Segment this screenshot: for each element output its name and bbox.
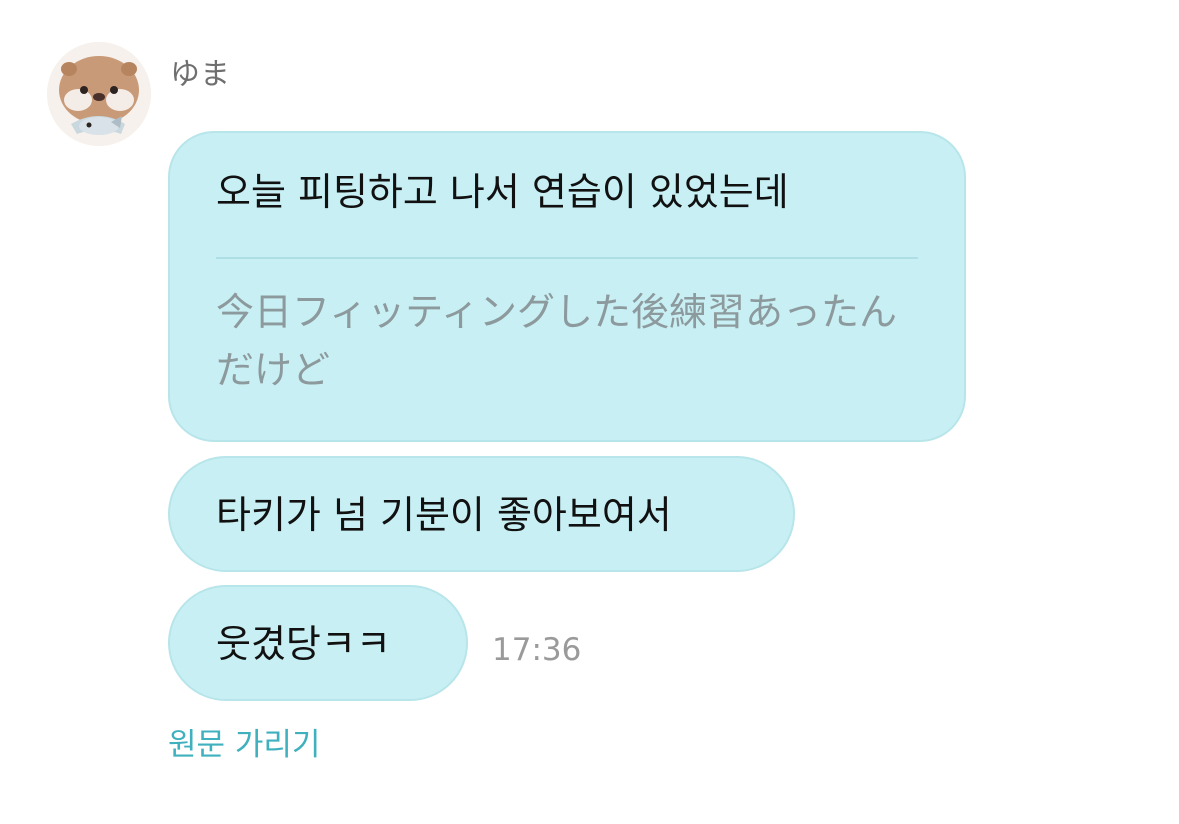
translated-text: 今日フィッティングした後練習あったんだけど: [216, 290, 897, 392]
message-timestamp: 17:36: [492, 632, 582, 668]
message-text: 타키가 넘 기분이 좋아보여서: [216, 493, 672, 537]
otter-avatar-icon[interactable]: [47, 42, 151, 146]
translation-divider: [216, 257, 918, 259]
hide-original-link[interactable]: 원문 가리기: [168, 730, 320, 761]
message-text: 웃겼당ㅋㅋ: [216, 622, 391, 666]
message-text: 오늘 피팅하고 나서 연습이 있었는데: [216, 170, 789, 214]
message-bubble[interactable]: 오늘 피팅하고 나서 연습이 있었는데 今日フィッティングした後練習あったんだけ…: [168, 131, 966, 442]
message-bubble[interactable]: 타키가 넘 기분이 좋아보여서: [168, 456, 795, 572]
message-bubble[interactable]: 웃겼당ㅋㅋ: [168, 585, 468, 701]
chat-thread: ゆま 오늘 피팅하고 나서 연습이 있었는데 今日フィッティングした後練習あった…: [0, 0, 1179, 824]
sender-name: ゆま: [170, 57, 230, 92]
otter-avatar-drawing: [47, 42, 151, 146]
